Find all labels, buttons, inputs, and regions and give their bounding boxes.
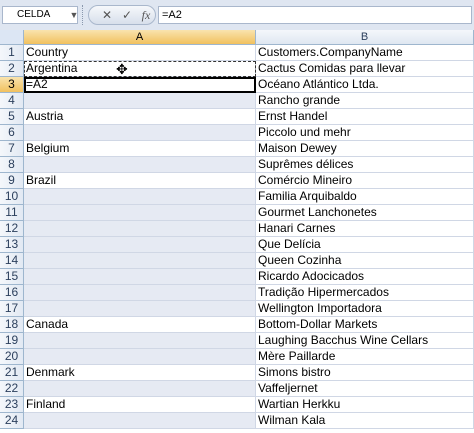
row-header[interactable]: 4 [0, 93, 24, 109]
row-header[interactable]: 7 [0, 141, 24, 157]
formula-icon-group: ✕ ✓ fx [88, 5, 156, 25]
cell-b[interactable]: Customers.CompanyName [256, 45, 474, 61]
cell-b[interactable]: Suprêmes délices [256, 157, 474, 173]
row-header[interactable]: 11 [0, 205, 24, 221]
cell-a[interactable]: Canada [24, 317, 256, 333]
row-header[interactable]: 18 [0, 317, 24, 333]
cell-b[interactable]: Rancho grande [256, 93, 474, 109]
cell-b[interactable]: Familia Arquibaldo [256, 189, 474, 205]
name-box-dropdown-icon[interactable]: ▼ [69, 6, 79, 24]
cell-a[interactable] [24, 333, 256, 349]
cell-b[interactable]: Hanari Carnes [256, 221, 474, 237]
cell-b[interactable]: Mère Paillarde [256, 349, 474, 365]
insert-function-icon[interactable]: fx [137, 7, 155, 23]
cell-a[interactable] [24, 381, 256, 397]
cell-a[interactable] [24, 205, 256, 221]
cell-b[interactable]: Océano Atlántico Ltda. [256, 77, 474, 93]
row-header[interactable]: 16 [0, 285, 24, 301]
row-header[interactable]: 24 [0, 413, 24, 429]
enter-icon[interactable]: ✓ [119, 7, 135, 23]
column-header-a[interactable]: A [24, 30, 256, 45]
row-header[interactable]: 23 [0, 397, 24, 413]
cell-a[interactable] [24, 301, 256, 317]
cell-a[interactable] [24, 189, 256, 205]
formula-input[interactable]: =A2 [158, 6, 472, 24]
row-header[interactable]: 21 [0, 365, 24, 381]
cell-b[interactable]: Que Delícia [256, 237, 474, 253]
cell-b[interactable]: Maison Dewey [256, 141, 474, 157]
cell-a[interactable]: Argentina [24, 61, 256, 77]
spreadsheet-grid: A B 1 Country Customers.CompanyName 2 Argent… [0, 30, 474, 433]
select-all-corner[interactable] [0, 30, 24, 45]
cell-b[interactable]: Piccolo und mehr [256, 125, 474, 141]
cell-a[interactable]: Austria [24, 109, 256, 125]
cell-b[interactable]: Laughing Bacchus Wine Cellars [256, 333, 474, 349]
cell-a[interactable]: Finland [24, 397, 256, 413]
cell-b[interactable]: Wellington Importadora [256, 301, 474, 317]
column-header-b[interactable]: B [256, 30, 474, 45]
name-box[interactable]: CELDA [2, 6, 78, 24]
row-header[interactable]: 22 [0, 381, 24, 397]
cell-a[interactable]: Denmark [24, 365, 256, 381]
cell-b[interactable]: Wilman Kala [256, 413, 474, 429]
cell-b[interactable]: Ernst Handel [256, 109, 474, 125]
row-header[interactable]: 2 [0, 61, 24, 77]
row-header[interactable]: 19 [0, 333, 24, 349]
cell-b[interactable]: Gourmet Lanchonetes [256, 205, 474, 221]
row-header[interactable]: 13 [0, 237, 24, 253]
cell-a[interactable]: Brazil [24, 173, 256, 189]
cell-a[interactable] [24, 157, 256, 173]
row-header[interactable]: 3 [0, 77, 24, 93]
cell-a[interactable] [24, 269, 256, 285]
cell-b[interactable]: Simons bistro [256, 365, 474, 381]
row-header[interactable]: 10 [0, 189, 24, 205]
row-header[interactable]: 9 [0, 173, 24, 189]
cell-b[interactable]: Bottom-Dollar Markets [256, 317, 474, 333]
cell-a[interactable] [24, 221, 256, 237]
cell-a[interactable]: Belgium [24, 141, 256, 157]
row-header[interactable]: 12 [0, 221, 24, 237]
cell-a[interactable] [24, 93, 256, 109]
cell-b[interactable]: Wartian Herkku [256, 397, 474, 413]
formula-bar: CELDA ▼ ✕ ✓ fx =A2 [0, 0, 474, 31]
cell-b[interactable]: Ricardo Adocicados [256, 269, 474, 285]
row-header[interactable]: 20 [0, 349, 24, 365]
cell-b[interactable]: Cactus Comidas para llevar [256, 61, 474, 77]
row-header[interactable]: 15 [0, 269, 24, 285]
cell-a[interactable] [24, 253, 256, 269]
row-header[interactable]: 1 [0, 45, 24, 61]
row-header[interactable]: 14 [0, 253, 24, 269]
row-header[interactable]: 6 [0, 125, 24, 141]
cell-b[interactable]: Queen Cozinha [256, 253, 474, 269]
cell-a[interactable] [24, 349, 256, 365]
row-header[interactable]: 8 [0, 157, 24, 173]
cell-a[interactable]: =A2 [24, 77, 256, 93]
cell-a[interactable] [24, 237, 256, 253]
cell-a[interactable] [24, 413, 256, 429]
cell-cursor-icon: ✥ [116, 61, 128, 77]
cell-a[interactable]: Country [24, 45, 256, 61]
cell-b[interactable]: Tradição Hipermercados [256, 285, 474, 301]
cell-b[interactable]: Vaffeljernet [256, 381, 474, 397]
cell-a[interactable] [24, 125, 256, 141]
row-header[interactable]: 5 [0, 109, 24, 125]
row-header[interactable]: 17 [0, 301, 24, 317]
cell-b[interactable]: Comércio Mineiro [256, 173, 474, 189]
cancel-icon[interactable]: ✕ [99, 7, 115, 23]
cell-a[interactable] [24, 285, 256, 301]
